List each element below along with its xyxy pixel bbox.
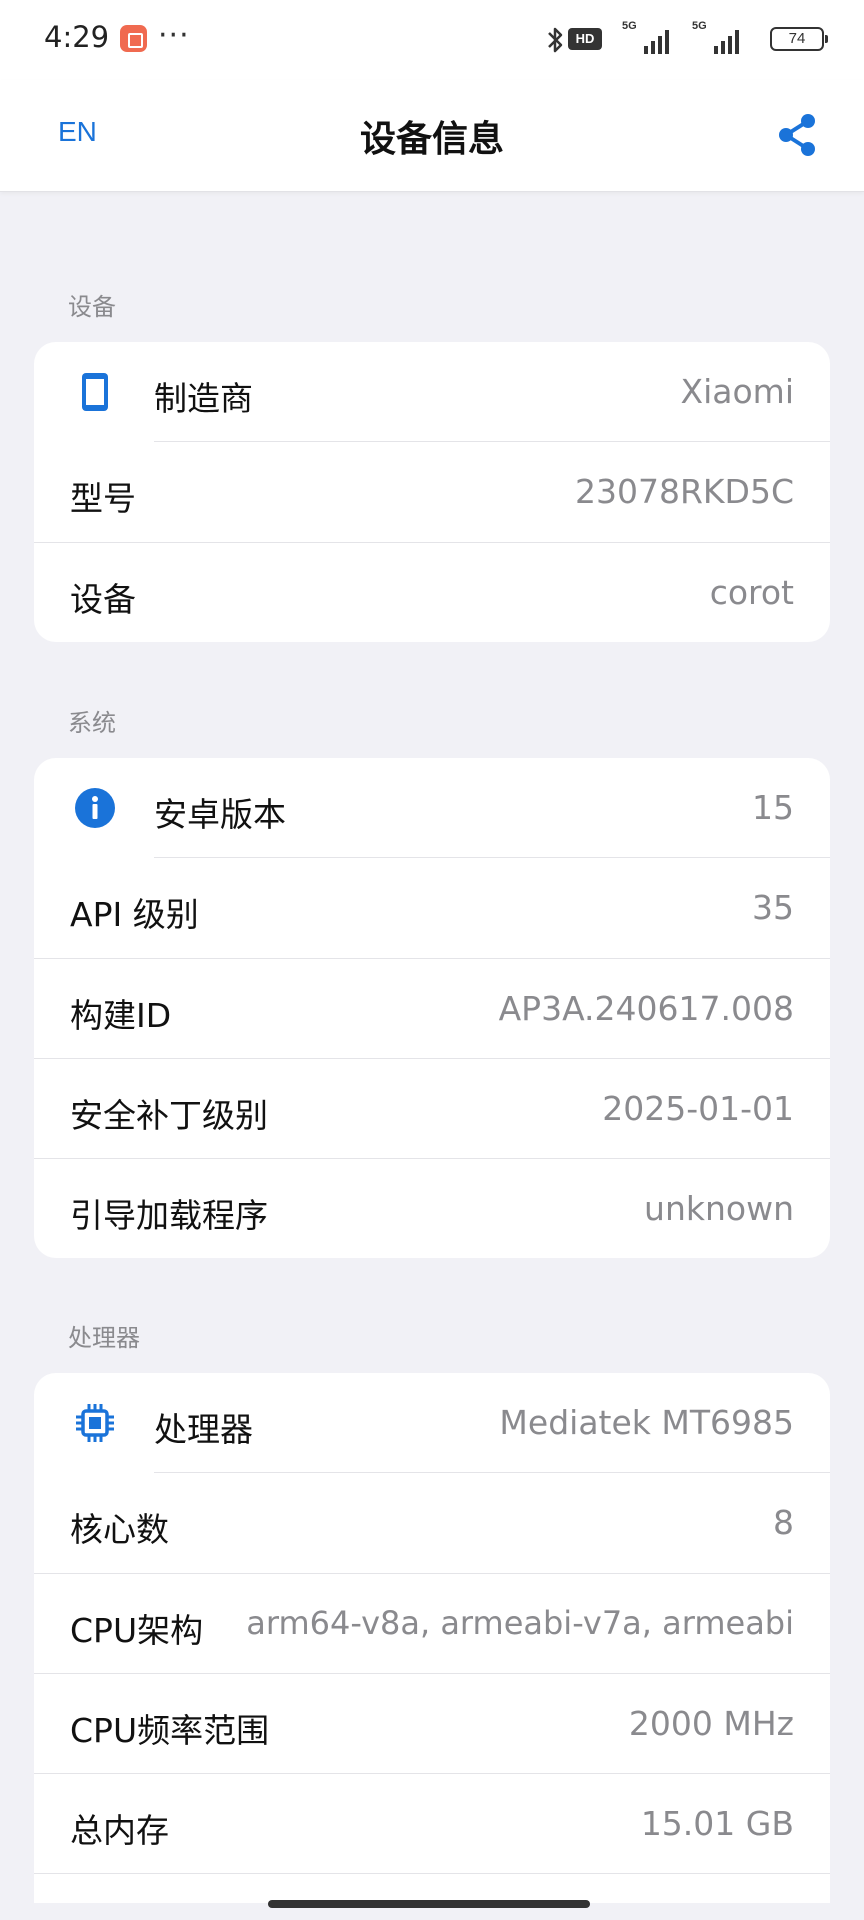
info-row-android-version: 安卓版本 15	[34, 758, 830, 858]
row-label: 核心数	[70, 1510, 169, 1549]
row-label: 设备	[70, 580, 136, 619]
row-label: 制造商	[154, 379, 253, 418]
system-card: 安卓版本 15 API 级别 35 构建ID AP3A.240617.008 安…	[34, 758, 830, 1258]
row-label: 安卓版本	[154, 795, 286, 834]
row-value: arm64-v8a, armeabi-v7a, armeabi	[246, 1604, 794, 1642]
page-title: 设备信息	[359, 119, 504, 160]
info-row-device: 设备 corot	[34, 542, 830, 642]
row-label: 处理器	[154, 1410, 253, 1449]
notification-app-icon	[120, 25, 147, 52]
more-notifications-icon: ···	[158, 18, 190, 53]
bluetooth-icon	[548, 27, 563, 53]
info-row-processor: 处理器 Mediatek MT6985	[34, 1373, 830, 1473]
info-icon	[75, 788, 115, 828]
info-row-manufacturer: 制造商 Xiaomi	[34, 342, 830, 442]
app-bar: EN 设备信息	[0, 80, 864, 192]
info-row-bootloader: 引导加载程序 unknown	[34, 1158, 830, 1258]
device-card: 制造商 Xiaomi 型号 23078RKD5C 设备 corot	[34, 342, 830, 642]
info-row-api-level: API 级别 35	[34, 858, 830, 958]
row-value: 23078RKD5C	[575, 472, 794, 511]
info-row-security-patch: 安全补丁级别 2025-01-01	[34, 1058, 830, 1158]
info-row-core-count: 核心数 8	[34, 1473, 830, 1573]
status-time: 4:29	[44, 20, 110, 54]
info-row-cpu-arch: CPU架构 arm64-v8a, armeabi-v7a, armeabi	[34, 1573, 830, 1673]
row-value: 2000 MHz	[628, 1704, 794, 1743]
row-value: 2025-01-01	[602, 1089, 794, 1128]
info-row-cpu-frequency: CPU频率范围 2000 MHz	[34, 1673, 830, 1773]
row-value: corot	[709, 573, 794, 612]
row-label: CPU频率范围	[70, 1711, 270, 1750]
signal-strength-icon: 5G	[622, 20, 674, 60]
section-header-processor: 处理器	[68, 1324, 140, 1352]
status-bar: 4:29 ··· HD 5G 5G 74	[0, 0, 864, 80]
row-value: 15.01 GB	[640, 1804, 794, 1843]
signal-strength-icon-2: 5G	[692, 20, 744, 60]
row-value: 15	[752, 788, 794, 827]
row-value: Xiaomi	[680, 372, 794, 411]
row-label: 构建ID	[70, 996, 172, 1035]
row-label: CPU架构	[70, 1611, 204, 1650]
info-row-partial	[34, 1873, 830, 1903]
info-row-build-id: 构建ID AP3A.240617.008	[34, 958, 830, 1058]
row-label: API 级别	[70, 895, 199, 934]
row-label: 总内存	[70, 1811, 169, 1850]
row-value: 35	[752, 888, 794, 927]
chip-icon	[76, 1404, 114, 1442]
info-row-total-memory: 总内存 15.01 GB	[34, 1773, 830, 1873]
row-label: 型号	[70, 479, 136, 518]
share-icon[interactable]	[772, 110, 822, 160]
battery-icon: 74	[770, 27, 828, 51]
row-label: 引导加载程序	[70, 1196, 268, 1235]
home-indicator[interactable]	[268, 1900, 590, 1908]
phone-icon	[82, 373, 108, 411]
row-value: AP3A.240617.008	[498, 989, 794, 1028]
processor-card: 处理器 Mediatek MT6985 核心数 8 CPU架构 arm64-v8…	[34, 1373, 830, 1903]
info-row-model: 型号 23078RKD5C	[34, 442, 830, 542]
hd-voice-badge: HD	[568, 28, 602, 50]
row-value: 8	[773, 1503, 794, 1542]
section-header-device: 设备	[68, 293, 116, 321]
row-label: 安全补丁级别	[70, 1096, 268, 1135]
section-header-system: 系统	[68, 709, 116, 737]
row-value: unknown	[644, 1189, 794, 1228]
row-value: Mediatek MT6985	[499, 1403, 794, 1442]
